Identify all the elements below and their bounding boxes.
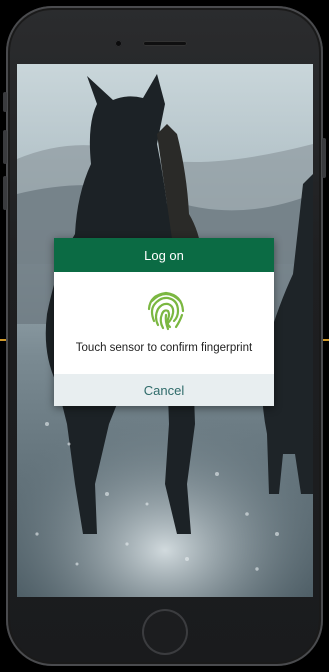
volume-up-button [3, 130, 7, 164]
earpiece-speaker [143, 41, 187, 46]
home-button[interactable] [142, 609, 188, 655]
left-edge-marker [0, 339, 6, 341]
screen: Log on Touch sensor to confirm fingerpri… [17, 64, 313, 597]
dialog-title: Log on [54, 238, 274, 272]
power-button [322, 138, 326, 178]
phone-frame: Log on Touch sensor to confirm fingerpri… [0, 0, 329, 672]
front-camera [115, 40, 122, 47]
cancel-button[interactable]: Cancel [54, 374, 274, 406]
volume-down-button [3, 176, 7, 210]
fingerprint-icon [147, 291, 185, 331]
right-edge-marker [323, 339, 329, 341]
mute-switch [3, 92, 7, 112]
dialog-message: Touch sensor to confirm fingerprint [75, 342, 253, 354]
logon-dialog: Log on Touch sensor to confirm fingerpri… [54, 238, 274, 406]
